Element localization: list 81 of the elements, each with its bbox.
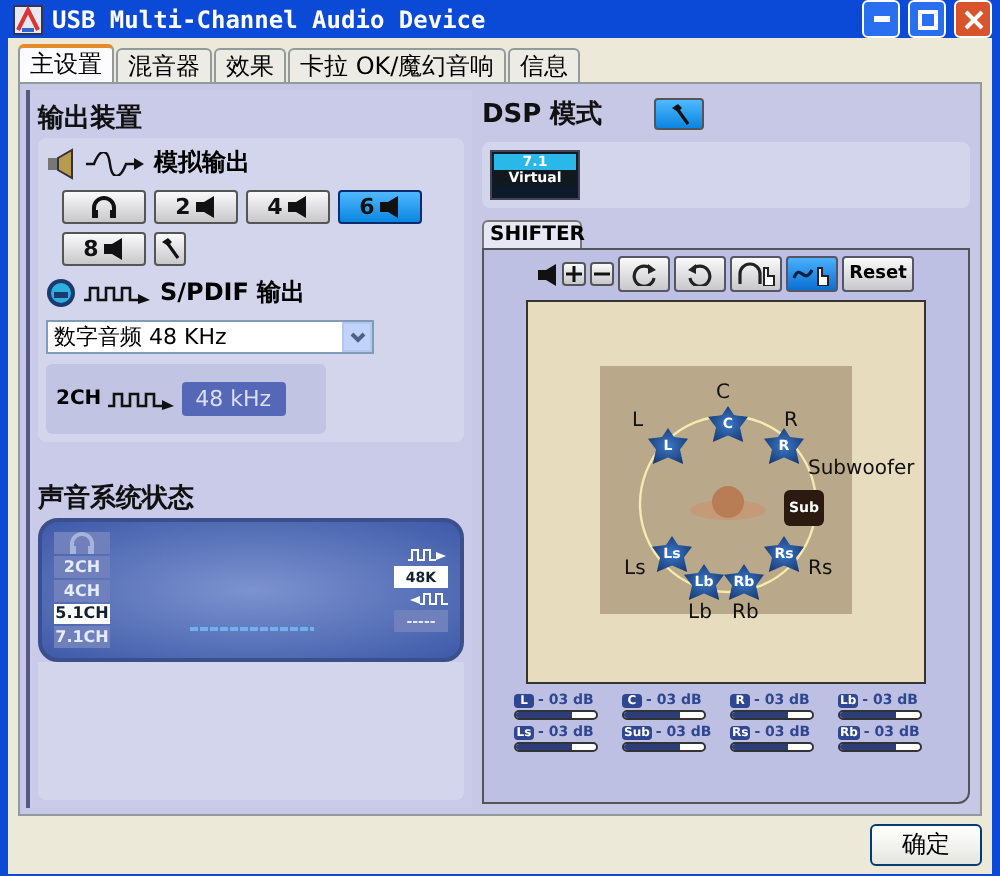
wave-hand-icon bbox=[791, 262, 832, 286]
level-slider[interactable] bbox=[622, 742, 706, 752]
channel-label: 2CH bbox=[56, 388, 102, 410]
speaker-icon bbox=[196, 196, 217, 218]
level-slider[interactable] bbox=[622, 710, 706, 720]
level-slider[interactable] bbox=[514, 742, 598, 752]
settings-button[interactable] bbox=[154, 232, 186, 266]
shifter-tool-button[interactable] bbox=[617, 256, 670, 292]
tab[interactable]: 主设置 bbox=[18, 44, 114, 82]
speaker-icon bbox=[288, 196, 309, 218]
headphones-icon bbox=[90, 196, 118, 218]
close-icon bbox=[963, 9, 983, 29]
speaker-label: C bbox=[716, 382, 730, 404]
shifter-tool-button[interactable] bbox=[673, 256, 726, 292]
output-wave-icon bbox=[408, 548, 448, 562]
square-wave-arrow-icon bbox=[84, 283, 152, 303]
speaker-label: Ls bbox=[624, 558, 646, 580]
tab[interactable]: 卡拉 OK/魔幻音响 bbox=[288, 48, 507, 82]
speaker-label: L bbox=[632, 410, 644, 432]
plus-icon bbox=[565, 266, 582, 282]
level-slider[interactable] bbox=[838, 710, 922, 720]
square-wave-arrow-icon bbox=[107, 389, 176, 409]
toggle-knob-icon bbox=[46, 278, 76, 308]
zoom-in-button[interactable] bbox=[561, 262, 586, 286]
ok-button[interactable]: 确定 bbox=[870, 824, 982, 866]
channel-indicator: 2CH bbox=[54, 556, 110, 578]
output-mode-button[interactable]: 2 bbox=[154, 190, 238, 224]
headphones-hand-icon bbox=[735, 262, 776, 286]
tab[interactable]: 信息 bbox=[508, 48, 581, 82]
chevron-down-icon bbox=[349, 331, 365, 343]
dsp-settings-button[interactable] bbox=[654, 98, 705, 130]
hammer-icon bbox=[160, 238, 180, 260]
speaker-icon bbox=[46, 147, 78, 179]
dashed-level-bar-drawing bbox=[190, 626, 314, 632]
speaker-icon bbox=[104, 238, 125, 260]
rotate-clockwise-icon bbox=[629, 262, 658, 286]
level-slider[interactable] bbox=[514, 710, 598, 720]
speaker-icon bbox=[537, 263, 558, 285]
headphones-icon bbox=[68, 532, 96, 554]
maximize-icon bbox=[917, 9, 937, 29]
speaker-label: Rs bbox=[808, 558, 833, 580]
section-heading: 输出装置 bbox=[38, 102, 144, 138]
window-title: USB Multi-Channel Audio Device bbox=[52, 5, 488, 33]
app-icon bbox=[12, 3, 44, 35]
sample-rate-dropdown[interactable]: 数字音频 48 KHz bbox=[46, 320, 374, 354]
tab[interactable]: 效果 bbox=[214, 48, 286, 82]
sine-wave-arrow-icon bbox=[86, 151, 146, 175]
sample-rate-display: 48 kHz bbox=[181, 382, 286, 416]
level-slider[interactable] bbox=[730, 710, 814, 720]
output-mode-button[interactable]: 4 bbox=[246, 190, 330, 224]
channel-indicator: 5.1CH bbox=[54, 603, 110, 625]
tab[interactable]: 混音器 bbox=[116, 48, 212, 82]
minimize-button[interactable] bbox=[862, 0, 900, 38]
output-mode-button[interactable] bbox=[62, 190, 146, 224]
reset-button[interactable]: Reset bbox=[841, 256, 915, 292]
output-mode-button[interactable]: 8 bbox=[62, 232, 146, 266]
hammer-icon bbox=[669, 103, 690, 125]
output-mode-button[interactable]: 6 bbox=[338, 190, 422, 224]
speaker-label: Rb bbox=[732, 602, 759, 624]
shifter-tool-button[interactable] bbox=[729, 256, 782, 292]
speaker-label: R bbox=[784, 410, 798, 432]
speaker-label: Subwoofer bbox=[808, 458, 915, 480]
minimize-icon bbox=[873, 16, 889, 22]
channel-indicator: 7.1CH bbox=[54, 626, 110, 648]
rotate-counterclockwise-icon bbox=[685, 262, 714, 286]
shifter-tab[interactable]: SHIFTER bbox=[482, 220, 582, 248]
analog-output-label: 模拟输出 bbox=[154, 146, 250, 180]
speaker-label: Lb bbox=[688, 602, 712, 624]
maximize-button[interactable] bbox=[908, 0, 946, 38]
level-slider[interactable] bbox=[838, 742, 922, 752]
channel-indicator: 4CH bbox=[54, 579, 110, 601]
section-heading: 声音系统状态 bbox=[38, 481, 196, 518]
section-heading: DSP 模式 bbox=[482, 98, 603, 134]
listener-head-drawing bbox=[688, 484, 768, 524]
zoom-out-button[interactable] bbox=[589, 262, 614, 286]
close-button[interactable] bbox=[954, 0, 992, 38]
input-wave-icon bbox=[408, 592, 448, 606]
shifter-tool-button[interactable] bbox=[785, 256, 838, 292]
level-slider[interactable] bbox=[730, 742, 814, 752]
speaker-icon bbox=[380, 196, 401, 218]
spdif-output-label: S/PDIF 输出 bbox=[160, 276, 306, 310]
